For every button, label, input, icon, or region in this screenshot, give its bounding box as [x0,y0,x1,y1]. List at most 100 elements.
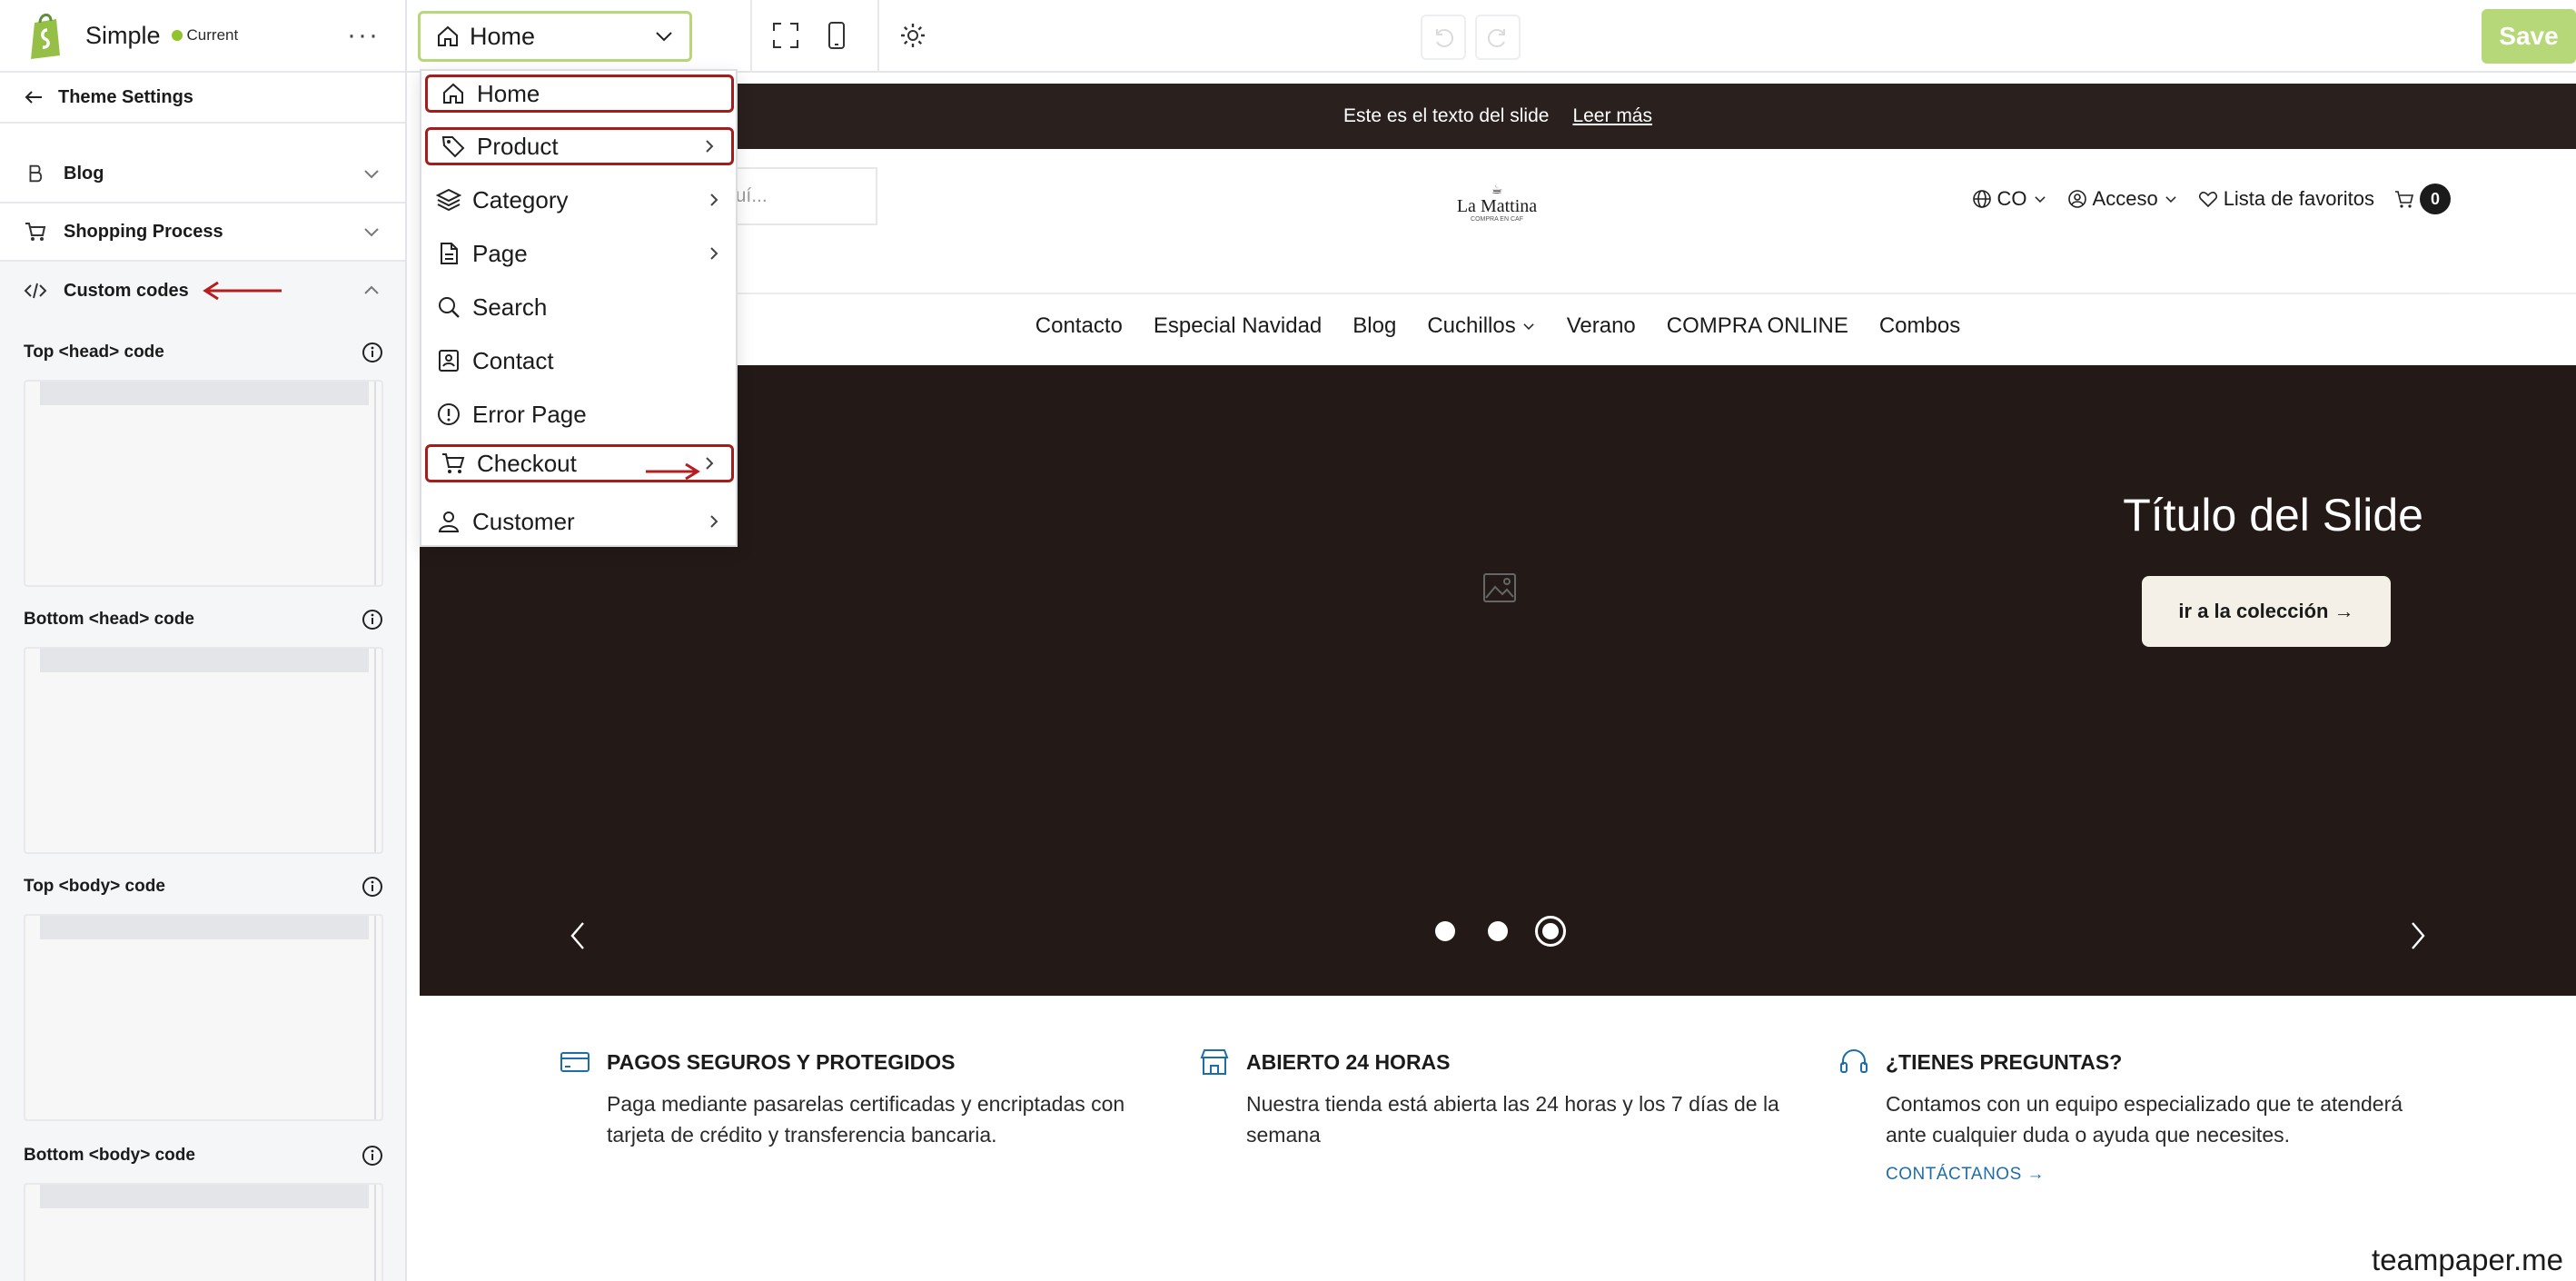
dropdown-item-customer[interactable]: Customer [423,496,736,547]
info-icon[interactable] [362,609,383,631]
chevron-down-icon [1523,323,1534,330]
file-icon [441,243,458,264]
headset-icon [1840,1049,1868,1073]
hero-title: Título del Slide [2123,490,2423,541]
hero-slider: Título del Slide ir a la colección → [420,365,2576,996]
menu-item[interactable]: Contacto [1035,313,1123,339]
dropdown-item-checkout[interactable]: Checkout [425,444,734,482]
features-section: PAGOS SEGUROS Y PROTEGIDOS Paga mediante… [420,1047,2576,1228]
layers-icon [436,188,461,212]
wishlist-link[interactable]: Lista de favoritos [2198,187,2374,211]
announcement-link[interactable]: Leer más [1572,105,1652,127]
dropdown-item-category[interactable]: Category [423,174,736,225]
chevron-right-icon [706,457,714,470]
code-field-top-head: Top <head> code [0,340,407,587]
dropdown-item-search[interactable]: Search [423,282,736,333]
menu-item[interactable]: Blog [1352,313,1396,339]
menu-item[interactable]: Especial Navidad [1154,313,1322,339]
gear-icon[interactable] [897,20,928,51]
user-circle-icon [2067,190,2086,208]
feature-questions: ¿TIENES PREGUNTAS? Contamos con un equip… [1838,1047,2420,1185]
mobile-preview-icon[interactable] [821,20,852,51]
search-icon [439,297,460,318]
store-logo[interactable]: ☕ La Mattina COMPRA EN CAF [1453,182,1541,227]
shop-logo-icon [31,14,60,59]
feature-secure-payments: PAGOS SEGUROS Y PROTEGIDOS Paga mediante… [560,1047,1141,1150]
current-status-dot [171,30,183,41]
tag-icon [441,136,465,158]
menu-item[interactable]: Combos [1879,313,1960,339]
contact-icon [439,350,459,372]
section-custom-codes[interactable]: Custom codes [0,262,405,320]
info-icon[interactable] [362,342,383,363]
chevron-down-icon [2165,196,2176,203]
account-menu[interactable]: Acceso [2067,187,2178,211]
code-field-label: Bottom <body> code [24,1146,195,1165]
code-field-label: Top <body> code [24,877,165,896]
alert-icon [438,403,460,425]
code-field-bottom-body: Bottom <body> code [0,1143,407,1281]
editor-toolbar: Home Save [407,0,2576,73]
save-button[interactable]: Save [2482,9,2576,64]
cart-count-badge: 0 [2420,184,2451,214]
code-editor[interactable] [24,380,383,587]
home-icon [443,83,463,104]
code-field-label: Top <head> code [24,343,164,362]
current-badge: Current [186,26,239,44]
menu-item-dropdown[interactable]: Cuchillos [1427,313,1535,339]
fullscreen-icon[interactable] [770,20,801,51]
back-to-theme-settings[interactable]: Theme Settings [0,73,405,124]
theme-name: Simple [85,21,161,49]
header-utilities: CO Acceso Lista de favoritos 0 [1972,184,2451,214]
chevron-right-icon [710,247,718,260]
undo-button[interactable] [1421,15,1466,60]
annotation-arrow-right-icon [646,462,700,481]
undo-icon [1436,29,1454,47]
section-label: Custom codes [64,280,189,301]
info-icon[interactable] [362,876,383,898]
menu-item[interactable]: COMPRA ONLINE [1667,313,1848,339]
info-icon[interactable] [362,1145,383,1167]
chevron-right-icon[interactable] [2405,918,2431,954]
code-editor[interactable] [24,1183,383,1281]
code-field-top-body: Top <body> code [0,874,407,1121]
code-editor[interactable] [24,647,383,854]
section-label: Shopping Process [64,221,223,242]
chevron-right-icon [706,140,714,153]
dropdown-item-error-page[interactable]: Error Page [423,389,736,440]
cup-icon: ☕ [1491,182,1503,196]
dropdown-item-contact[interactable]: Contact [423,335,736,386]
home-icon [438,25,458,46]
announcement-text: Este es el texto del slide [1342,105,1550,126]
store-icon [1200,1049,1229,1075]
section-shopping-process[interactable]: Shopping Process [0,204,405,262]
section-label: Blog [64,163,104,184]
feature-open-24h: ABIERTO 24 HORAS Nuestra tienda está abi… [1199,1047,1780,1150]
slide-dot[interactable] [1435,921,1455,941]
section-blog[interactable]: Blog [0,145,405,204]
country-selector[interactable]: CO [1972,187,2047,211]
slide-dot[interactable] [1488,921,1508,941]
code-editor[interactable] [24,914,383,1121]
page-select-value: Home [470,22,536,50]
dropdown-item-product[interactable]: Product [425,127,734,165]
chevron-down-icon [364,170,379,179]
dropdown-item-home[interactable]: Home [425,74,734,113]
menu-item[interactable]: Verano [1567,313,1636,339]
chevron-left-icon[interactable] [565,918,590,954]
redo-button[interactable] [1475,15,1521,60]
contact-link[interactable]: CONTÁCTANOS → [1886,1165,2420,1185]
code-icon [24,279,47,303]
more-options-button[interactable]: ··· [347,22,380,49]
page-type-dropdown: Home Product Category Page Search Contac… [420,69,738,547]
page-select[interactable]: Home [418,11,692,62]
image-placeholder-icon [1483,573,1516,602]
chevron-down-icon [656,32,672,42]
hero-cta-button[interactable]: ir a la colección → [2142,576,2391,647]
slide-dot-active[interactable] [1535,916,1566,947]
user-icon [438,511,460,532]
dropdown-item-page[interactable]: Page [423,228,736,279]
cart-link[interactable]: 0 [2394,184,2451,214]
back-label: Theme Settings [58,86,193,107]
store-header: ctos aquí... ☕ La Mattina COMPRA EN CAF … [420,149,2576,294]
